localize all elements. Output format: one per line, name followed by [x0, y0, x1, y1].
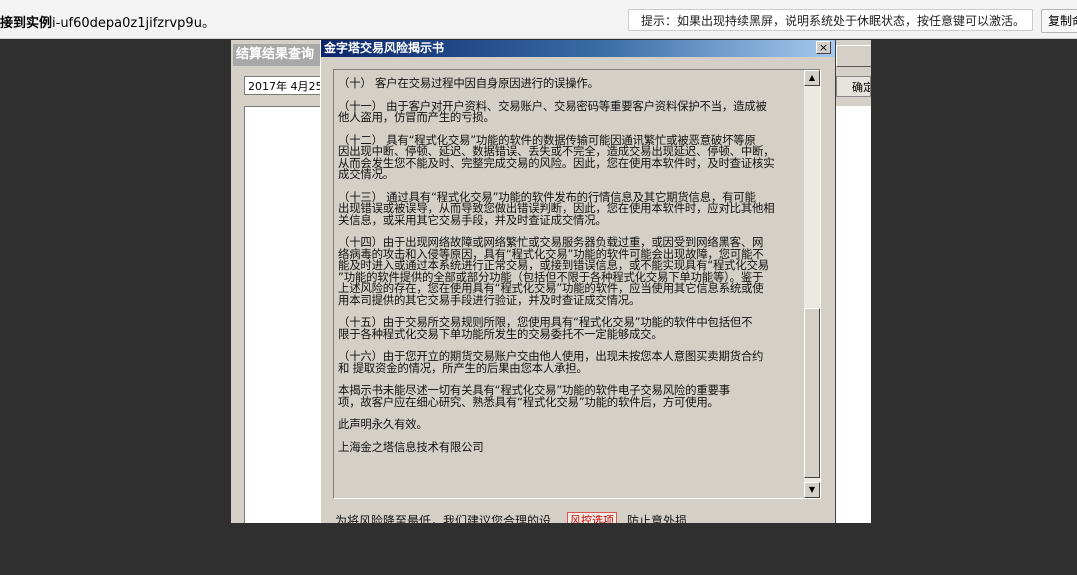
settlement-panel-title: 结算结果查询	[233, 44, 322, 66]
disclosure-line: 从而会发生您不能及时、完整完成交易的风险。因此，您在使用本软件时，及时查证核实	[338, 155, 775, 170]
disclosure-line: 此声明永久有效。	[338, 417, 428, 431]
connection-label: 接到实例	[0, 16, 53, 31]
disclosure-paragraph: 本揭示书未能尽述一切有关具有“程式化交易”功能的软件电子交易风险的重要事 项，故客…	[338, 384, 804, 409]
close-icon[interactable]: ×	[816, 41, 831, 54]
risk-disclosure-dialog: 金字塔交易风险揭示书 × （十） 客户在交易过程中因自身原因进行的误操作。 （十一…	[320, 40, 836, 523]
risk-advice-text: 为将风险降至最低，我们建议您合理的设	[335, 514, 552, 523]
settlement-result-right-area	[836, 106, 871, 523]
disclosure-line: 项，故客户应在细心研究、熟悉具有“程式化交易”功能的软件后，方可使用。	[338, 394, 719, 409]
disclosure-line: 关信息，或采用其它交易手段，并及时查证成交情况。	[338, 212, 607, 227]
dialog-title: 金字塔交易风险揭示书	[324, 41, 445, 55]
disclosure-paragraph: （十一） 由于客户对开户资料、交易账户、交易密码等重要客户资料保护不当，造成被他…	[338, 100, 804, 124]
disclosure-line: 用本司提供的其它交易手段进行验证，并及时查证成交情况。	[338, 292, 641, 307]
disclosure-text: （十） 客户在交易过程中因自身原因进行的误操作。 （十一） 由于客户对开户资料、交…	[336, 72, 804, 498]
disclosure-line: 他人盗用，仿冒而产生的亏损。	[338, 110, 495, 124]
risk-options-button[interactable]: 风控选项	[567, 512, 617, 523]
disclosure-line: 成交情况。	[338, 167, 394, 181]
copy-command-button[interactable]: 复制命令	[1041, 9, 1077, 33]
disclosure-paragraph: （十四）由于出现网络故障或网络繁忙或交易服务器负载过重，或因受到网络黑客、网 络病…	[338, 236, 804, 307]
disclosure-paragraph: 此声明永久有效。	[338, 417, 804, 431]
vertical-scrollbar[interactable]: ▲ ▼	[804, 70, 820, 498]
scroll-down-arrow-icon[interactable]: ▼	[804, 482, 820, 498]
disclosure-line: 上海金之塔信息技术有限公司	[338, 439, 484, 454]
disclosure-line: （十） 客户在交易过程中因自身原因进行的误操作。	[338, 76, 599, 90]
disclosure-paragraph: （十六）由于您开立的期货交易账户交由他人使用，出现未按您本人意图买卖期货合约和 …	[338, 350, 804, 375]
disclosure-paragraph: （十三） 通过具有“程式化交易”功能的软件发布的行情信息及其它期货信息，有可能出…	[338, 191, 804, 227]
remote-desktop: 结算结果查询 2017年 4月25日 确定 金字塔交易风险揭示书 × （十） 客…	[231, 40, 871, 523]
settlement-date-picker[interactable]: 2017年 4月25日	[244, 76, 324, 95]
instance-suffix: 。	[201, 16, 215, 31]
risk-advice-text-tail: 防止意外损	[627, 514, 688, 523]
scroll-up-arrow-icon[interactable]: ▲	[804, 70, 820, 86]
instance-id: i-uf60depa0z1jifzrvp9u	[52, 16, 202, 31]
disclosure-line: 和 提取资金的情况，所产生的后果由您本人承担。	[338, 360, 588, 375]
settlement-result-area	[244, 106, 324, 523]
disclosure-textbox[interactable]: （十） 客户在交易过程中因自身原因进行的误操作。 （十一） 由于客户对开户资料、交…	[333, 69, 821, 499]
disclosure-line: 限于各种程式化交易下单功能所发生的交易委托不一定能够成交。	[338, 326, 663, 341]
disclosure-paragraph: 上海金之塔信息技术有限公司	[338, 439, 804, 454]
sleep-hint: 提示：如果出现持续黑屏，说明系统处于休眠状态，按任意键可以激活。	[628, 9, 1033, 31]
scroll-thumb[interactable]	[804, 308, 820, 478]
window-control-button[interactable]	[836, 45, 871, 67]
confirm-button[interactable]: 确定	[836, 76, 871, 97]
disclosure-paragraph: （十） 客户在交易过程中因自身原因进行的误操作。	[338, 76, 804, 90]
remote-connection-bar: 接到实例i-uf60depa0z1jifzrvp9u。 提示：如果出现持续黑屏，…	[0, 0, 1077, 39]
disclosure-paragraph: （十五）由于交易所交易规则所限，您使用具有“程式化交易”功能的软件中包括但不 限于…	[338, 316, 804, 341]
connection-status: 接到实例i-uf60depa0z1jifzrvp9u。	[0, 12, 215, 31]
dialog-titlebar: 金字塔交易风险揭示书 ×	[321, 40, 835, 57]
disclosure-paragraph: （十二） 具有“程式化交易”功能的软件的数据传输可能因通讯繁忙或被恶意破坏等原因…	[338, 134, 804, 181]
